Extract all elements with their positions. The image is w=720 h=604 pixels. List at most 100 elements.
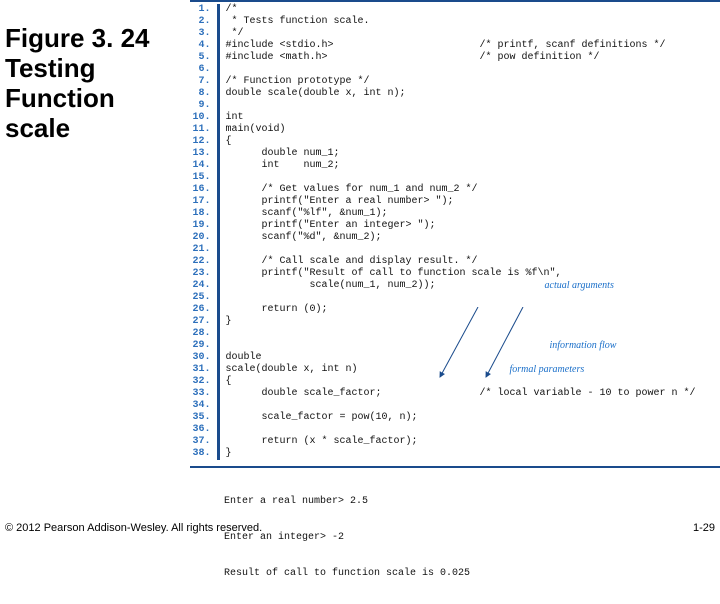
code-text: return (0); [218, 304, 720, 316]
code-text [218, 424, 720, 436]
code-line: 10.int [190, 112, 720, 124]
line-number: 5. [190, 52, 218, 64]
code-text [218, 400, 720, 412]
inline-comment: /* pow definition */ [480, 52, 600, 64]
code-text: */ [218, 28, 720, 40]
code-text: main(void) [218, 124, 720, 136]
line-number: 8. [190, 88, 218, 100]
code-line: 27.} [190, 316, 720, 328]
code-text [218, 244, 720, 256]
output-line: Enter an integer> -2 [224, 532, 720, 544]
code-line: 26. return (0); [190, 304, 720, 316]
code-text [218, 292, 720, 304]
line-number: 7. [190, 76, 218, 88]
code-line: 25. [190, 292, 720, 304]
code-line: 2. * Tests function scale. [190, 16, 720, 28]
inline-comment: /* local variable - 10 to power n */ [480, 388, 696, 400]
code-line: 23. printf("Result of call to function s… [190, 268, 720, 280]
code-text: double scale_factor;/* local variable - … [218, 388, 720, 400]
line-number: 15. [190, 172, 218, 184]
code-line: 33. double scale_factor;/* local variabl… [190, 388, 720, 400]
line-number: 30. [190, 352, 218, 364]
page-number: 1-29 [693, 522, 715, 534]
code-table: 1./*2. * Tests function scale.3. */4.#in… [190, 4, 720, 460]
code-text: double scale(double x, int n); [218, 88, 720, 100]
code-text: double num_1; [218, 148, 720, 160]
code-text: scale(num_1, num_2));actual arguments [218, 280, 720, 292]
code-text: #include <math.h>/* pow definition */ [218, 52, 720, 64]
code-line: 12.{ [190, 136, 720, 148]
code-listing: 1./*2. * Tests function scale.3. */4.#in… [190, 0, 720, 510]
code-line: 9. [190, 100, 720, 112]
code-line: 19. printf("Enter an integer> "); [190, 220, 720, 232]
code-text [218, 64, 720, 76]
code-text: scale_factor = pow(10, n); [218, 412, 720, 424]
line-number: 31. [190, 364, 218, 376]
line-number: 17. [190, 196, 218, 208]
code-text: } [218, 316, 720, 328]
code-line: 15. [190, 172, 720, 184]
code-line: 17. printf("Enter a real number> "); [190, 196, 720, 208]
inline-comment: /* printf, scanf definitions */ [480, 40, 666, 52]
line-number: 28. [190, 328, 218, 340]
code-text: printf("Enter a real number> "); [218, 196, 720, 208]
line-number: 35. [190, 412, 218, 424]
line-number: 18. [190, 208, 218, 220]
code-text: /* [218, 4, 720, 16]
code-line: 14. int num_2; [190, 160, 720, 172]
code-line: 36. [190, 424, 720, 436]
line-number: 36. [190, 424, 218, 436]
slide-root: Figure 3. 24 Testing Function scale 1./*… [0, 0, 720, 540]
code-line: 21. [190, 244, 720, 256]
code-line: 24. scale(num_1, num_2));actual argument… [190, 280, 720, 292]
code-text: int num_2; [218, 160, 720, 172]
code-line: 22. /* Call scale and display result. */ [190, 256, 720, 268]
code-line: 35. scale_factor = pow(10, n); [190, 412, 720, 424]
code-line: 34. [190, 400, 720, 412]
code-text: printf("Result of call to function scale… [218, 268, 720, 280]
code-text: scanf("%lf", &num_1); [218, 208, 720, 220]
code-line: 28. [190, 328, 720, 340]
code-line: 4.#include <stdio.h>/* printf, scanf def… [190, 40, 720, 52]
output-line: Enter a real number> 2.5 [224, 496, 720, 508]
copyright-footer: © 2012 Pearson Addison-Wesley. All right… [5, 522, 262, 534]
line-number: 27. [190, 316, 218, 328]
code-line: 30.double [190, 352, 720, 364]
line-number: 9. [190, 100, 218, 112]
code-line: 3. */ [190, 28, 720, 40]
code-text: /* Call scale and display result. */ [218, 256, 720, 268]
line-number: 2. [190, 16, 218, 28]
line-number: 25. [190, 292, 218, 304]
figure-title: Figure 3. 24 Testing Function scale [5, 24, 185, 144]
line-number: 3. [190, 28, 218, 40]
annotation-label: formal parameters [510, 364, 585, 376]
line-number: 16. [190, 184, 218, 196]
code-line: 32.{ [190, 376, 720, 388]
annotation-label: actual arguments [545, 280, 614, 292]
code-line: 1./* [190, 4, 720, 16]
line-number: 6. [190, 64, 218, 76]
code-line: 16. /* Get values for num_1 and num_2 */ [190, 184, 720, 196]
line-number: 12. [190, 136, 218, 148]
code-text: double [218, 352, 720, 364]
line-number: 14. [190, 160, 218, 172]
code-line: 5.#include <math.h>/* pow definition */ [190, 52, 720, 64]
code-line: 29.information flow [190, 340, 720, 352]
code-line: 37. return (x * scale_factor); [190, 436, 720, 448]
program-output: Enter a real number> 2.5 Enter an intege… [190, 466, 720, 604]
line-number: 19. [190, 220, 218, 232]
code-line: 20. scanf("%d", &num_2); [190, 232, 720, 244]
line-number: 32. [190, 376, 218, 388]
line-number: 1. [190, 4, 218, 16]
code-line: 6. [190, 64, 720, 76]
code-text: int [218, 112, 720, 124]
code-text: * Tests function scale. [218, 16, 720, 28]
code-line: 11.main(void) [190, 124, 720, 136]
line-number: 23. [190, 268, 218, 280]
code-text: scale(double x, int n)formal parameters [218, 364, 720, 376]
code-text: #include <stdio.h>/* printf, scanf defin… [218, 40, 720, 52]
line-number: 34. [190, 400, 218, 412]
line-number: 20. [190, 232, 218, 244]
code-text [218, 172, 720, 184]
line-number: 22. [190, 256, 218, 268]
